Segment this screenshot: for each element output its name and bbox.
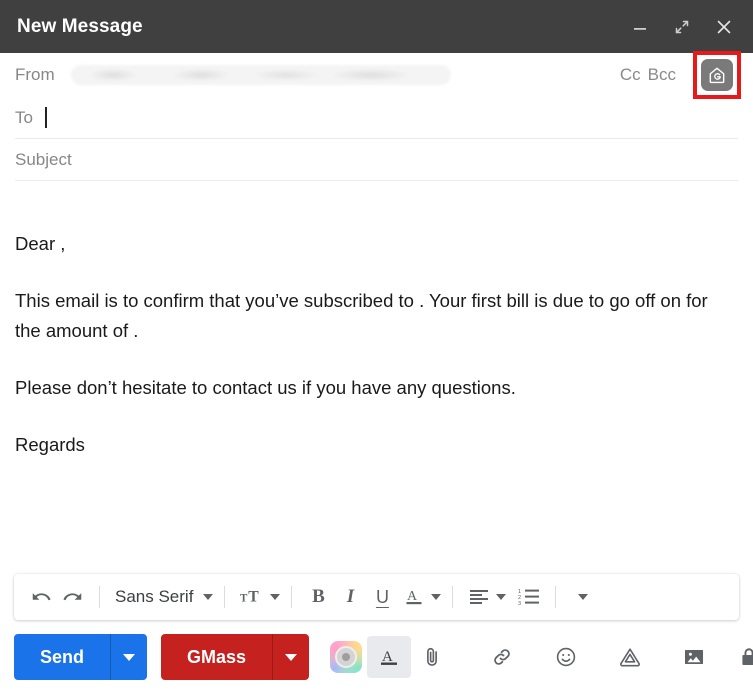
align-select[interactable] <box>464 580 507 614</box>
send-options-button[interactable] <box>111 634 147 680</box>
bold-button[interactable]: B <box>303 580 333 614</box>
gmass-button[interactable]: GMass <box>161 634 310 680</box>
format-toolbar: Sans Serif T T B I U A 1 2 3 <box>14 574 739 620</box>
bcc-link[interactable]: Bcc <box>648 65 676 85</box>
send-button-label: Send <box>40 646 85 667</box>
gmass-options-button[interactable] <box>273 634 309 680</box>
attach-file-icon[interactable] <box>411 636 453 678</box>
insert-link-icon[interactable] <box>481 636 523 678</box>
align-left-icon <box>464 580 494 614</box>
toolbar-divider <box>99 586 100 608</box>
toolbar-divider <box>291 586 293 608</box>
message-body[interactable]: Dear , This email is to confirm that you… <box>0 181 753 574</box>
italic-button[interactable]: I <box>335 580 365 614</box>
font-family-label: Sans Serif <box>115 587 194 606</box>
cc-bcc-links: Cc Bcc <box>620 65 676 85</box>
confidential-mode-icon[interactable] <box>737 636 753 678</box>
chevron-down-icon <box>496 594 507 600</box>
from-label: From <box>15 65 55 84</box>
undo-icon[interactable] <box>26 580 56 614</box>
insert-photo-icon[interactable] <box>673 636 715 678</box>
chevron-down-icon <box>578 594 589 600</box>
subject-input[interactable]: Subject <box>15 150 72 170</box>
google-drive-icon[interactable] <box>609 636 651 678</box>
gmass-settings-icon[interactable] <box>701 59 733 91</box>
format-toolbar-wrapper: Sans Serif T T B I U A 1 2 3 <box>0 574 753 620</box>
body-paragraph-2: This email is to confirm that you’ve sub… <box>15 289 708 341</box>
text-color-icon: A <box>399 580 429 614</box>
more-formatting-options-button[interactable] <box>567 580 597 614</box>
cc-link[interactable]: Cc <box>620 65 641 85</box>
formatting-options-icon[interactable]: A <box>367 636 412 678</box>
to-input-caret <box>44 107 47 128</box>
body-paragraph-3: Please don’t hesitate to contact us if y… <box>15 376 516 398</box>
underline-button[interactable]: U <box>367 580 397 614</box>
toolbar-divider <box>224 586 226 608</box>
insert-emoji-icon[interactable] <box>545 636 587 678</box>
chevron-down-icon <box>431 594 442 600</box>
chevron-down-icon <box>203 594 214 600</box>
gmass-settings-highlight <box>693 51 741 99</box>
svg-text:T: T <box>249 589 260 606</box>
svg-text:3: 3 <box>518 601 521 607</box>
toolbar-divider <box>555 586 557 608</box>
chevron-down-icon <box>270 594 281 600</box>
toolbar-divider <box>452 586 454 608</box>
maximize-icon[interactable] <box>671 16 693 38</box>
text-color-select[interactable]: A <box>399 580 442 614</box>
font-size-select[interactable]: T T <box>236 580 281 614</box>
redo-icon[interactable] <box>58 580 88 614</box>
recipient-fields: From Cc Bcc To Subject <box>0 51 753 181</box>
compose-title-bar: New Message <box>0 0 753 53</box>
close-icon[interactable] <box>713 16 735 38</box>
font-size-icon: T T <box>236 580 268 614</box>
body-paragraph-4: Regards <box>15 433 85 455</box>
window-controls <box>629 16 735 38</box>
page-title: New Message <box>17 15 143 37</box>
send-button[interactable]: Send <box>14 634 148 680</box>
numbered-list-icon[interactable]: 1 2 3 <box>514 580 544 614</box>
from-row: From Cc Bcc <box>15 51 741 99</box>
to-label: To <box>15 107 33 127</box>
gmass-button-label: GMass <box>187 646 247 667</box>
to-row[interactable]: To <box>15 97 738 139</box>
compose-icon-row: A <box>325 636 753 678</box>
body-paragraph-1: Dear , <box>15 233 66 254</box>
font-family-select[interactable]: Sans Serif <box>111 587 214 607</box>
subject-row[interactable]: Subject <box>15 139 738 181</box>
compose-window: New Message From Cc Bcc To Subject Dear … <box>0 0 753 694</box>
svg-text:A: A <box>407 589 418 604</box>
gmass-color-icon[interactable] <box>325 636 367 678</box>
svg-text:T: T <box>240 593 248 605</box>
from-address-redacted <box>70 65 451 85</box>
compose-action-bar: Send GMass A <box>0 620 753 694</box>
minimize-icon[interactable] <box>629 16 651 38</box>
